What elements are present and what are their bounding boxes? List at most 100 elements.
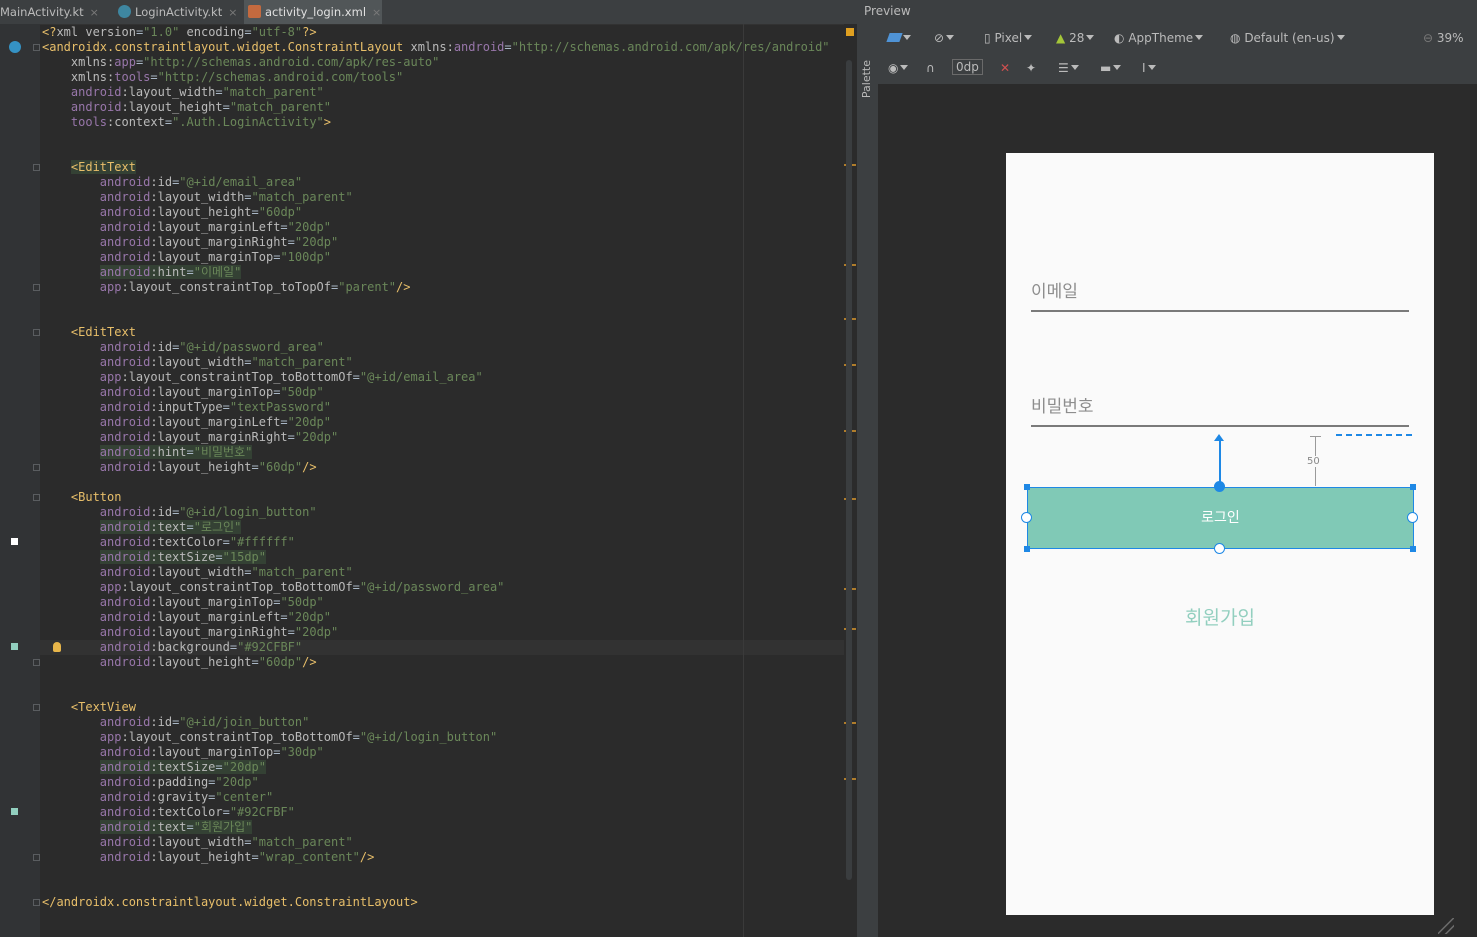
code-line[interactable]: android:layout_marginTop="50dp" [42,385,324,400]
code-line[interactable]: app:layout_constraintTop_toBottomOf="@+i… [42,580,505,595]
guidelines-button[interactable]: ☰ [1058,61,1079,75]
close-icon[interactable]: × [372,6,381,19]
clear-constraints-button[interactable]: ✕ [1000,61,1010,75]
zoom-indicator[interactable]: ⊖ 39% [1423,31,1464,45]
lightbulb-icon[interactable] [53,642,61,652]
code-line[interactable]: android:textSize="15dp" [42,550,266,565]
code-line[interactable]: android:layout_width="match_parent" [42,190,353,205]
fold-marker-icon[interactable] [33,659,40,666]
code-line[interactable]: android:id="@+id/join_button" [42,715,310,730]
close-icon[interactable]: × [90,6,99,19]
code-line[interactable]: android:layout_width="match_parent" [42,835,353,850]
tab-activity-login-xml[interactable]: activity_login.xml × [244,0,382,24]
code-line[interactable]: android:id="@+id/email_area" [42,175,302,190]
editor-scrollbar[interactable] [846,60,852,880]
resize-handle[interactable] [1024,546,1030,552]
code-line[interactable]: android:id="@+id/login_button" [42,505,317,520]
code-line[interactable]: android:background="#92CFBF" [42,640,302,655]
autoconnect-button[interactable]: ∩ [926,61,935,75]
code-line[interactable]: android:id="@+id/password_area" [42,340,324,355]
code-line[interactable]: android:layout_marginRight="20dp" [42,430,338,445]
baseline-button[interactable]: Ι [1142,61,1156,75]
code-line[interactable]: <androidx.constraintlayout.widget.Constr… [42,40,830,55]
fold-marker-icon[interactable] [33,494,40,501]
code-line[interactable]: android:textColor="#92CFBF" [42,805,295,820]
code-line[interactable]: xmlns:tools="http://schemas.android.com/… [42,70,403,85]
bottom-anchor-handle[interactable] [1214,543,1225,554]
code-line[interactable]: android:hint="이메일" [42,265,242,280]
design-surface-button[interactable] [886,31,911,45]
code-line[interactable]: android:layout_marginLeft="20dp" [42,415,331,430]
code-line[interactable]: android:layout_marginTop="30dp" [42,745,324,760]
locale-selector[interactable]: ◍ Default (en-us) [1230,31,1345,45]
code-line[interactable]: app:layout_constraintTop_toBottomOf="@+i… [42,370,483,385]
device-selector[interactable]: ▯ Pixel [984,31,1033,45]
color-swatch-icon[interactable] [11,538,18,545]
code-line[interactable]: app:layout_constraintTop_toTopOf="parent… [42,280,411,295]
code-line[interactable]: tools:context=".Auth.LoginActivity"> [42,115,331,130]
code-line[interactable]: android:layout_marginTop="50dp" [42,595,324,610]
class-icon[interactable] [9,41,21,53]
theme-selector[interactable]: ◐ AppTheme [1114,31,1204,45]
email-input[interactable]: 이메일 [1031,277,1078,302]
code-line[interactable]: android:layout_height="60dp"/> [42,460,317,475]
login-button[interactable]: 로그인 [1027,487,1414,549]
code-editor[interactable]: <?xml version = "1.0" encoding = "utf-8"?> <a… [40,24,844,937]
code-line[interactable]: android:layout_marginRight="20dp" [42,235,338,250]
api-selector[interactable]: ▲ 28 [1056,31,1095,45]
resize-handle[interactable] [1024,484,1030,490]
code-line[interactable]: xmlns:app="http://schemas.android.com/ap… [42,55,440,70]
code-line[interactable]: android:text="로그인" [42,520,242,535]
code-line[interactable]: android:layout_marginRight="20dp" [42,625,338,640]
fold-marker-icon[interactable] [33,854,40,861]
code-line[interactable]: android:layout_width="match_parent" [42,355,353,370]
code-line[interactable]: android:layout_width="match_parent" [42,85,324,100]
code-line[interactable]: android:gravity="center" [42,790,273,805]
fold-marker-icon[interactable] [33,899,40,906]
resize-handle[interactable] [1410,546,1416,552]
default-margin-field[interactable]: 0dp [952,59,983,75]
code-line[interactable]: android:layout_width="match_parent" [42,565,353,580]
color-swatch-icon[interactable] [11,808,18,815]
code-line[interactable]: <EditText [42,160,136,175]
fold-marker-icon[interactable] [33,44,40,51]
code-line[interactable]: android:layout_height="match_parent" [42,100,331,115]
view-options-button[interactable]: ◉ [888,61,909,75]
code-line[interactable]: android:layout_marginTop="100dp" [42,250,331,265]
code-line[interactable]: </androidx.constraintlayout.widget.Const… [42,895,418,910]
fold-marker-icon[interactable] [33,284,40,291]
code-line[interactable]: <?xml version="1.0" encoding="utf-8"?> [42,25,317,40]
fold-marker-icon[interactable] [33,704,40,711]
code-line[interactable]: android:layout_marginLeft="20dp" [42,220,331,235]
tab-login-activity[interactable]: LoginActivity.kt × [116,0,242,24]
right-anchor-handle[interactable] [1407,512,1418,523]
top-anchor-handle[interactable] [1214,481,1225,492]
color-swatch-icon[interactable] [11,643,18,650]
code-line[interactable]: <Button [42,490,122,505]
code-line[interactable]: <EditText [42,325,136,340]
infer-constraints-button[interactable]: ✦ [1026,61,1036,75]
code-line[interactable]: android:inputType="textPassword" [42,400,331,415]
fold-marker-icon[interactable] [33,464,40,471]
join-button[interactable]: 회원가입 [1006,603,1434,630]
fold-marker-icon[interactable] [33,164,40,171]
fold-marker-icon[interactable] [33,329,40,336]
close-icon[interactable]: × [228,6,237,19]
resize-handle[interactable] [1410,484,1416,490]
password-input[interactable]: 비밀번호 [1031,392,1094,417]
palette-strip[interactable]: Palette [856,24,879,937]
code-line[interactable]: android:layout_marginLeft="20dp" [42,610,331,625]
align-button[interactable]: ▬ [1100,61,1122,75]
orientation-button[interactable]: ⊘ [934,31,955,45]
code-line[interactable]: android:layout_height="60dp"/> [42,655,317,670]
palette-tab[interactable]: Palette [860,60,873,98]
code-line[interactable]: android:hint="비밀번호" [42,445,253,460]
resize-grip-icon[interactable] [1438,918,1454,934]
code-line[interactable]: android:layout_height="60dp" [42,205,302,220]
code-line[interactable]: <TextView [42,700,136,715]
left-anchor-handle[interactable] [1021,512,1032,523]
code-line[interactable]: android:textSize="20dp" [42,760,266,775]
warning-icon[interactable] [846,28,854,36]
tab-main-activity[interactable]: MainActivity.kt × [0,0,112,24]
code-line[interactable]: android:text="회원가입" [42,820,253,835]
